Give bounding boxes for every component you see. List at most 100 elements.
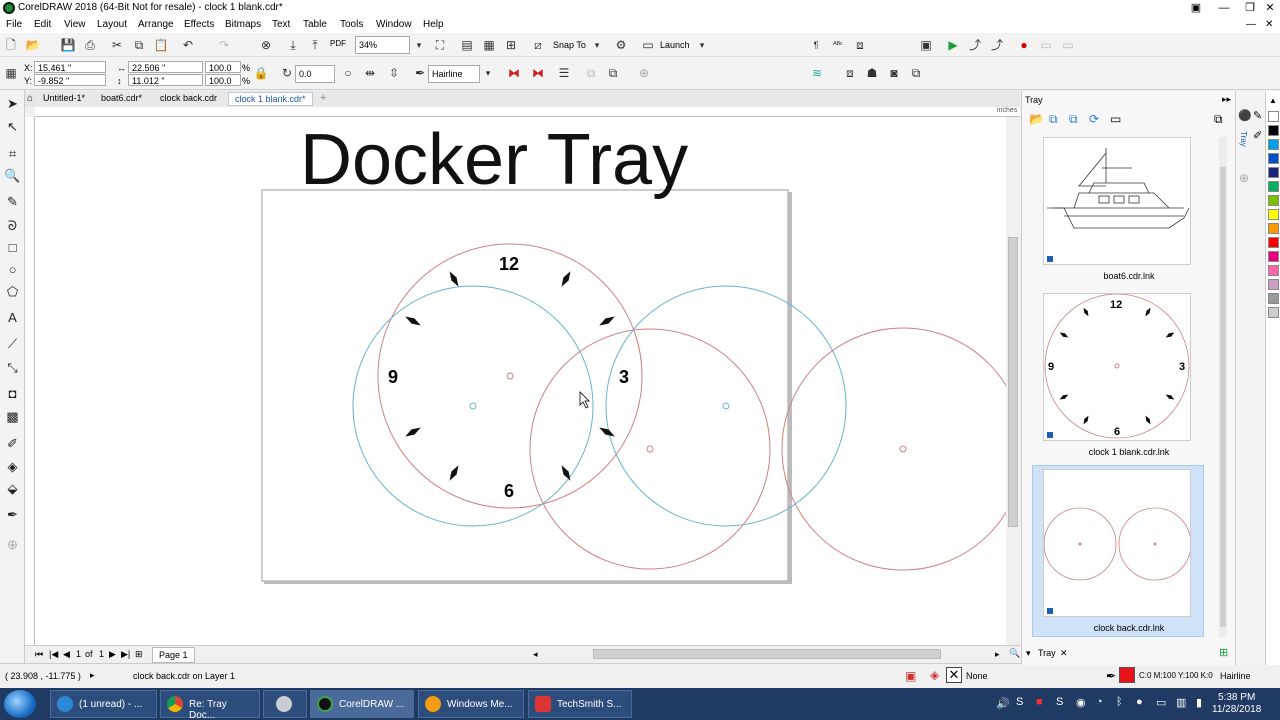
copy-icon[interactable]: ⧉ xyxy=(131,37,147,53)
zoom-dropdown-icon[interactable]: ▾ xyxy=(411,37,427,53)
print-icon[interactable]: ⎙ xyxy=(82,37,98,53)
dimension-tool-icon[interactable]: ⟋ xyxy=(4,335,21,352)
tray-settings-icon[interactable]: ⧉ xyxy=(1214,112,1223,127)
tray-add-icon[interactable]: ⧉ xyxy=(1049,112,1058,127)
close-button[interactable]: ✕ xyxy=(1256,0,1280,16)
tray-thumb-clock-back[interactable] xyxy=(1043,469,1192,617)
transparency-tool-icon[interactable]: ▩ xyxy=(4,408,21,425)
launch-icon[interactable]: ▭ xyxy=(640,37,656,53)
stop-record-icon[interactable]: ● xyxy=(1016,37,1032,53)
palette-swatch[interactable] xyxy=(1268,251,1279,262)
menu-effects[interactable]: Effects xyxy=(184,19,214,30)
full-screen-preview-icon[interactable]: ⛶ xyxy=(432,37,448,53)
palette-swatch[interactable] xyxy=(1268,125,1279,136)
tray-add-2-icon[interactable]: ⧉ xyxy=(1069,112,1078,127)
tray-add-page-icon[interactable]: ⊞ xyxy=(1219,646,1228,659)
palette-swatch[interactable] xyxy=(1268,237,1279,248)
y-position-field[interactable]: -9.852 " xyxy=(34,74,106,86)
tray-expand-icon[interactable]: ▸▸ xyxy=(1222,94,1231,105)
align-distribute-icon[interactable]: ☰ xyxy=(556,65,572,81)
minimize-button[interactable]: — xyxy=(1210,0,1238,16)
palette-swatch[interactable] xyxy=(1268,139,1279,150)
taskbar-coreldraw[interactable]: CorelDRAW ... xyxy=(310,690,414,718)
rectangle-tool-icon[interactable]: □ xyxy=(4,239,21,256)
tab-clock-1-blank[interactable]: clock 1 blank.cdr* xyxy=(228,92,313,106)
eyedropper-icon[interactable]: ✐ xyxy=(4,435,21,452)
home-icon[interactable]: ⌂ xyxy=(27,93,33,104)
add-icon[interactable]: ⊕ xyxy=(636,65,652,81)
artistic-media-icon[interactable]: ᘐ xyxy=(4,217,21,234)
page-nav-first-icon[interactable]: ⏮ xyxy=(35,649,43,660)
outline-dropdown-icon[interactable]: ▾ xyxy=(480,65,496,81)
tray-app-s2-icon[interactable]: S xyxy=(1056,696,1063,708)
mirror-horizontal-icon[interactable]: ⇹ xyxy=(362,65,378,81)
paste-icon[interactable]: 📋 xyxy=(153,37,169,53)
palette-swatch[interactable] xyxy=(1268,265,1279,276)
horizontal-ruler[interactable]: inches xyxy=(35,107,1020,117)
combine-icon[interactable]: ⧓ xyxy=(530,65,546,81)
width-field[interactable]: 22.506 " xyxy=(128,61,203,73)
import-icon[interactable]: ⤓ xyxy=(285,37,301,53)
zoom-nav-icon[interactable]: 🔍 xyxy=(1009,648,1020,659)
taskbar-media[interactable]: Windows Me... xyxy=(418,690,524,718)
search-content-icon[interactable]: ⊗ xyxy=(258,37,274,53)
menu-bitmaps[interactable]: Bitmaps xyxy=(225,19,261,30)
snap-to-dropdown[interactable]: Snap To xyxy=(553,40,586,50)
status-arrow-icon[interactable]: ▸ xyxy=(90,670,95,681)
tray-save-icon[interactable]: ▭ xyxy=(1110,112,1121,126)
drawing-canvas[interactable]: Docker Tray 12 3 6 9 xyxy=(35,117,1020,645)
vertical-scroll-thumb[interactable] xyxy=(1008,237,1018,527)
cut-icon[interactable]: ✂ xyxy=(109,37,125,53)
page-nav-last-icon[interactable]: ▶| xyxy=(121,649,130,660)
tray-app-green-icon[interactable]: ◉ xyxy=(1076,696,1086,709)
x-position-field[interactable]: 15.461 " xyxy=(34,61,106,73)
object-origin-icon[interactable]: ▦ xyxy=(3,65,19,81)
tray-tab-arrow-icon[interactable]: ▾ xyxy=(1026,648,1031,659)
show-grid-icon[interactable]: ▦ xyxy=(481,37,497,53)
zoom-level-field[interactable]: 34% xyxy=(355,36,410,54)
palette-swatch[interactable] xyxy=(1268,153,1279,164)
palette-swatch[interactable] xyxy=(1268,307,1279,318)
docker-node-icon[interactable]: ✐ xyxy=(1253,129,1262,142)
page-current[interactable]: 1 xyxy=(76,649,81,659)
palette-scroll-up-icon[interactable]: ▲ xyxy=(1269,96,1277,105)
trace-icon[interactable]: ≋ xyxy=(809,65,825,81)
tray-app-s-icon[interactable]: S xyxy=(1016,696,1023,708)
menu-table[interactable]: Table xyxy=(303,19,327,30)
rotation-field[interactable]: 0.0 xyxy=(295,65,335,83)
palette-swatch[interactable] xyxy=(1268,279,1279,290)
palette-swatch[interactable] xyxy=(1268,293,1279,304)
taskbar-techsmith[interactable]: TechSmith S... xyxy=(528,690,632,718)
effects-icon[interactable]: ⧉ xyxy=(908,65,924,81)
taskbar-chrome[interactable]: Re: Tray Doc... xyxy=(160,690,260,720)
lock-ratio-icon[interactable]: 🔒 xyxy=(253,65,269,81)
tray-refresh-icon[interactable]: ⟳ xyxy=(1089,112,1099,126)
zoom-tool-icon[interactable]: 🔍 xyxy=(4,167,21,184)
show-rulers-icon[interactable]: ▤ xyxy=(459,37,475,53)
outline-width-field[interactable]: Hairline xyxy=(428,65,480,83)
hscroll-right-icon[interactable]: ▸ xyxy=(995,649,1000,660)
shape-tool-icon[interactable]: ↖ xyxy=(4,118,21,135)
smart-fill-icon[interactable]: ⬙ xyxy=(4,480,21,497)
add-tool-icon[interactable]: ⊕ xyxy=(4,536,21,553)
menu-window[interactable]: Window xyxy=(376,19,412,30)
trim-icon[interactable]: ⧉ xyxy=(605,65,621,81)
macro-edit-icon[interactable]: ⤴ xyxy=(989,37,1005,53)
tab-boat6[interactable]: boat6.cdr* xyxy=(95,92,148,106)
system-clock[interactable]: 5:38 PM 11/28/2018 xyxy=(1212,692,1261,716)
snap-dropdown-icon[interactable]: ▾ xyxy=(589,37,605,53)
outline-pen-status-icon[interactable]: ✒ xyxy=(1106,669,1116,683)
run-script-icon[interactable]: ▶ xyxy=(945,37,961,53)
scale-x-field[interactable]: 100.0 xyxy=(205,61,241,73)
horizontal-scroll-thumb[interactable] xyxy=(593,649,941,659)
hscroll-left-icon[interactable]: ◂ xyxy=(533,649,538,660)
volume-icon[interactable]: 🔊 xyxy=(996,697,1010,710)
break-apart-icon[interactable]: ⧓ xyxy=(506,65,522,81)
taskbar-app[interactable] xyxy=(263,690,307,718)
polygon-tool-icon[interactable]: ⬠ xyxy=(4,283,21,300)
crop-tool-icon[interactable]: ⌗ xyxy=(4,145,21,162)
text-properties-icon[interactable]: ¶ xyxy=(808,37,824,53)
menu-layout[interactable]: Layout xyxy=(97,19,127,30)
show-guidelines-icon[interactable]: ⊞ xyxy=(503,37,519,53)
palette-swatch[interactable] xyxy=(1268,223,1279,234)
